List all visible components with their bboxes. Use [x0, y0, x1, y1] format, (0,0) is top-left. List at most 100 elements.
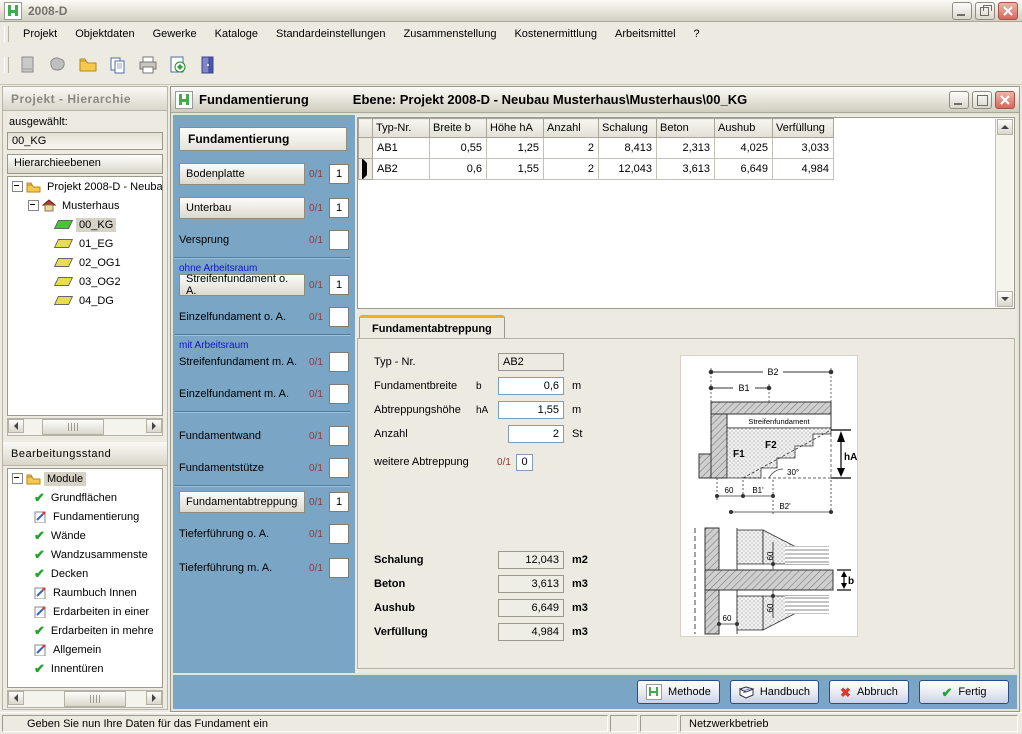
count-box[interactable] [329, 458, 349, 478]
einzelfundament-oa-label[interactable]: Einzelfundament o. A. [179, 311, 305, 323]
collapse-icon[interactable] [12, 473, 23, 484]
tree-node-label[interactable]: Musterhaus [59, 199, 122, 213]
cell[interactable]: 4,025 [715, 138, 773, 159]
collapse-icon[interactable] [12, 181, 23, 192]
table-row-selected[interactable]: AB2 0,6 1,55 2 12,043 3,613 6,649 4,984 [359, 159, 834, 180]
restore-button[interactable] [975, 2, 995, 20]
module-item-label[interactable]: Fundamentierung [50, 510, 142, 524]
weitere-abtreppung-box[interactable]: 0 [516, 454, 533, 471]
tree-node-label[interactable]: 00_KG [76, 218, 116, 232]
new-document-icon[interactable] [14, 51, 42, 79]
fundamentabtreppung-button[interactable]: Fundamentabtreppung [179, 491, 305, 513]
count-box[interactable]: 1 [329, 198, 349, 218]
fundamentstuetze-label[interactable]: Fundamentstütze [179, 462, 305, 474]
col-schalung[interactable]: Schalung [599, 119, 657, 138]
cell[interactable]: 2 [544, 159, 599, 180]
hierarchy-hscrollbar[interactable] [7, 418, 163, 436]
count-box[interactable] [329, 384, 349, 404]
streifenfundament-oa-button[interactable]: Streifenfundament o. A. [179, 274, 305, 296]
count-box[interactable] [329, 426, 349, 446]
cell[interactable]: 2,313 [657, 138, 715, 159]
module-item-label[interactable]: Erdarbeiten in mehre [48, 624, 157, 638]
minimize-button[interactable] [952, 2, 972, 20]
row-selector[interactable] [359, 159, 373, 180]
cell-typ[interactable]: AB2 [373, 159, 430, 180]
scroll-thumb[interactable] [42, 419, 104, 435]
tab-fundamentabtreppung[interactable]: Fundamentabtreppung [359, 315, 505, 339]
menu-objektdaten[interactable]: Objektdaten [66, 24, 143, 44]
count-box[interactable]: 1 [329, 492, 349, 512]
fertig-button[interactable]: ✔ Fertig [919, 680, 1009, 704]
close-button[interactable] [998, 2, 1018, 20]
cell[interactable]: 12,043 [599, 159, 657, 180]
cell-typ[interactable]: AB1 [373, 138, 430, 159]
module-item-label[interactable]: Grundflächen [48, 491, 120, 505]
tree-node-label[interactable]: 03_OG2 [76, 275, 124, 289]
menu-gewerke[interactable]: Gewerke [144, 24, 206, 44]
count-box[interactable] [329, 352, 349, 372]
unterbau-button[interactable]: Unterbau [179, 197, 305, 219]
table-vscrollbar[interactable] [995, 119, 1013, 307]
cell[interactable]: 6,649 [715, 159, 773, 180]
module-item[interactable]: ✔Grundflächen [8, 488, 162, 507]
col-beton[interactable]: Beton [657, 119, 715, 138]
count-box[interactable] [329, 307, 349, 327]
count-box[interactable]: 1 [329, 275, 349, 295]
tree-node-label[interactable]: Projekt 2008-D - Neubau [44, 180, 163, 194]
abtreppungshoehe-input[interactable]: 1,55 [498, 401, 564, 419]
exit-door-icon[interactable] [194, 51, 222, 79]
module-item[interactable]: ✔Erdarbeiten in mehre [8, 621, 162, 640]
cell[interactable]: 4,984 [773, 159, 834, 180]
streifenfundament-ma-label[interactable]: Streifenfundament m. A. [179, 356, 305, 368]
progress-hscrollbar[interactable] [7, 690, 163, 708]
col-typ-nr[interactable]: Typ-Nr. [373, 119, 430, 138]
fundamentwand-label[interactable]: Fundamentwand [179, 430, 305, 442]
scroll-down-arrow[interactable] [997, 291, 1013, 307]
col-anzahl[interactable]: Anzahl [544, 119, 599, 138]
module-item[interactable]: ✔Wandzusammenste [8, 545, 162, 564]
menu-kostenermittlung[interactable]: Kostenermittlung [505, 24, 606, 44]
table-row[interactable]: AB1 0,55 1,25 2 8,413 2,313 4,025 3,033 [359, 138, 834, 159]
anzahl-input[interactable]: 2 [508, 425, 564, 443]
col-aushub[interactable]: Aushub [715, 119, 773, 138]
print-icon[interactable] [134, 51, 162, 79]
tree-node-01eg[interactable]: 01_EG [8, 234, 162, 253]
tree-node-label[interactable]: 02_OG1 [76, 256, 124, 270]
scroll-left-arrow[interactable] [8, 691, 24, 705]
copy-icon[interactable] [104, 51, 132, 79]
cell[interactable]: 1,25 [487, 138, 544, 159]
module-item[interactable]: ✔Wände [8, 526, 162, 545]
menu-standardeinstellungen[interactable]: Standardeinstellungen [267, 24, 394, 44]
module-item[interactable]: ✔Decken [8, 564, 162, 583]
tree-node-label[interactable]: Module [44, 472, 86, 486]
menu-arbeitsmittel[interactable]: Arbeitsmittel [606, 24, 685, 44]
collapse-icon[interactable] [28, 200, 39, 211]
open-folder-icon[interactable] [74, 51, 102, 79]
scroll-thumb[interactable] [64, 691, 126, 707]
menu-kataloge[interactable]: Kataloge [206, 24, 267, 44]
module-item-label[interactable]: Decken [48, 567, 91, 581]
tree-node-02og1[interactable]: 02_OG1 [8, 253, 162, 272]
methode-button[interactable]: Methode [637, 680, 720, 704]
menu-zusammenstellung[interactable]: Zusammenstellung [395, 24, 506, 44]
count-box[interactable] [329, 524, 349, 544]
open-document-icon[interactable] [44, 51, 72, 79]
scroll-up-arrow[interactable] [997, 119, 1013, 135]
scroll-right-arrow[interactable] [146, 419, 162, 433]
menu-projekt[interactable]: Projekt [14, 24, 66, 44]
module-item[interactable]: Erdarbeiten in einer [8, 602, 162, 621]
menu-help[interactable]: ? [685, 24, 709, 44]
module-item-label[interactable]: Innentüren [48, 662, 107, 676]
scroll-left-arrow[interactable] [8, 419, 24, 433]
cell[interactable]: 1,55 [487, 159, 544, 180]
handbuch-button[interactable]: Handbuch [730, 680, 819, 704]
tieferfuehrung-oa-label[interactable]: Tieferführung o. A. [179, 528, 305, 540]
tree-node-label[interactable]: 01_EG [76, 237, 116, 251]
module-close-button[interactable] [995, 91, 1015, 109]
module-maximize-button[interactable] [972, 91, 992, 109]
count-box[interactable] [329, 558, 349, 578]
versprung-label[interactable]: Versprung [179, 234, 305, 246]
cell[interactable]: 8,413 [599, 138, 657, 159]
tree-node-04dg[interactable]: 04_DG [8, 291, 162, 310]
row-selector[interactable] [359, 138, 373, 159]
